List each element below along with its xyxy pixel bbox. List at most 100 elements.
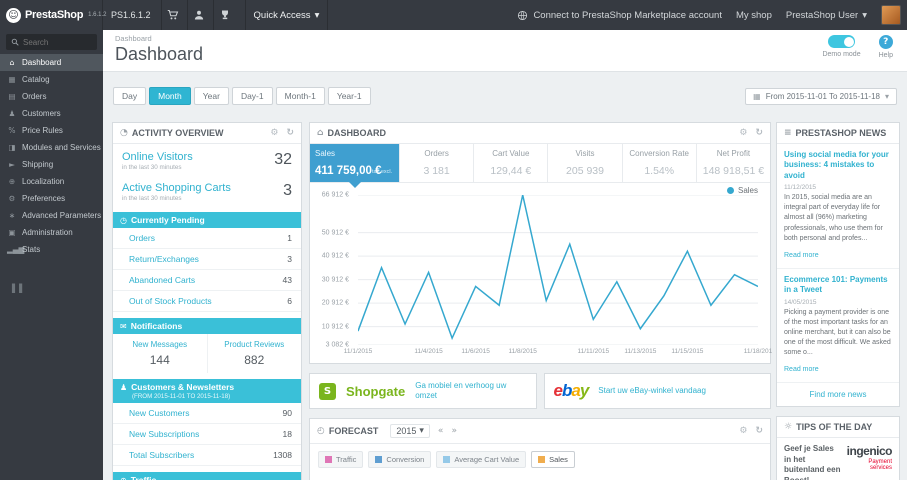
preferences-icon: ⚙ [8,194,16,203]
news-article: Using social media for your business: 4 … [777,144,899,269]
news-article-date: 14/05/2015 [784,298,817,306]
gear-icon[interactable]: ⚙ [739,426,747,436]
kpi-visits[interactable]: Visits 205 939 [548,144,623,182]
quick-access-menu[interactable]: Quick Access ▾ [244,0,329,30]
activity-panel-title: ACTIVITY OVERVIEW [131,128,224,138]
forecast-legend-average-cart-value[interactable]: Average Cart Value [436,451,527,468]
kpi-conversion-rate[interactable]: Conversion Rate 1.54% [623,144,697,182]
advanced-parameters-icon: ∗ [8,211,16,220]
sidebar-collapse-button[interactable]: ▌▌ [12,284,103,293]
tips-headline: Geef je Sales in het buitenland een Boos… [784,444,841,480]
forecast-year-select[interactable]: 2015 ▾ [390,424,430,438]
news-article-title[interactable]: Using social media for your business: 4 … [784,150,892,181]
forecast-legend-conversion[interactable]: Conversion [368,451,432,468]
read-more-link[interactable]: Read more [784,366,819,373]
sidebar-item-orders[interactable]: ▤ Orders [0,88,103,105]
next-year-button[interactable]: » [451,426,457,436]
refresh-icon[interactable]: ↻ [755,128,763,138]
cart-icon[interactable] [160,0,185,30]
prestashop-logo-icon: ☺ [6,7,21,23]
kpi-sales[interactable]: Sales 411 759,00 € tax excl. [310,144,400,188]
sidebar-item-modules[interactable]: ◨ Modules and Services [0,139,103,156]
clock-icon: ◷ [120,215,127,225]
news-icon: ≡ [784,128,792,138]
forecast-panel-title: FORECAST [328,426,379,436]
kpi-orders[interactable]: Orders 3 181 [400,144,475,182]
sidebar-item-dashboard[interactable]: ⌂ Dashboard [0,54,103,71]
refresh-icon[interactable]: ↻ [755,426,763,436]
forecast-panel: ◴ FORECAST 2015 ▾ « » ⚙ ↻ Traffic Conver… [309,418,771,480]
filter-day-1-button[interactable]: Day-1 [231,87,273,105]
ebay-link[interactable]: Start uw eBay-winkel vandaag [598,386,706,396]
prev-year-button[interactable]: « [438,426,444,436]
breadcrumb[interactable]: Dashboard [115,34,895,43]
toggle-switch[interactable] [828,35,856,48]
active-carts-stat[interactable]: Active Shopping Carts in the last 30 min… [113,175,301,206]
sidebar-item-localization[interactable]: ⊕ Localization [0,173,103,190]
sidebar-item-stats[interactable]: ▂▄▆ Stats [0,241,103,258]
filter-year-button[interactable]: Year [193,87,229,105]
dashboard-panel-title: DASHBOARD [327,128,386,138]
module-promos: S Shopgate Ga mobiel en verhoog uw omzet… [309,373,771,409]
sidebar-item-catalog[interactable]: ▦ Catalog [0,71,103,88]
pending-row-orders[interactable]: Orders 1 [113,228,301,249]
gear-icon[interactable]: ⚙ [739,128,747,138]
filter-year-1-button[interactable]: Year-1 [327,87,371,105]
online-visitors-stat[interactable]: Online Visitors in the last 30 minutes 3… [113,144,301,175]
forecast-legend-traffic[interactable]: Traffic [318,451,364,468]
new-messages-cell[interactable]: New Messages 144 [113,334,208,373]
customers-icon: ♟ [8,109,16,118]
marketplace-connect-link[interactable]: Connect to PrestaShop Marketplace accoun… [517,10,722,21]
demo-mode-toggle[interactable]: Demo mode [822,35,861,59]
y-axis-label: 10 912 € [321,323,349,331]
kpi-cart-value[interactable]: Cart Value 129,44 € [474,144,549,182]
customers-row-new-subscriptions[interactable]: New Subscriptions 18 [113,424,301,445]
date-range-picker[interactable]: ▦ From 2015-11-01 To 2015-11-18 ▾ [745,87,897,105]
my-shop-link[interactable]: My shop [736,10,772,21]
search-input[interactable] [23,37,93,47]
employee-icon[interactable] [186,0,211,30]
customers-row-new-customers[interactable]: New Customers 90 [113,403,301,424]
read-more-link[interactable]: Read more [784,252,819,259]
find-more-news-link[interactable]: Find more news [777,383,899,406]
sidebar-item-customers[interactable]: ♟ Customers [0,105,103,122]
sidebar-item-advanced-parameters[interactable]: ∗ Advanced Parameters [0,207,103,224]
news-article-title[interactable]: Ecommerce 101: Payments in a Tweet [784,275,892,296]
date-range-value: From 2015-11-01 To 2015-11-18 [765,91,880,101]
shopgate-logo: Shopgate [346,383,406,399]
sidebar-item-preferences[interactable]: ⚙ Preferences [0,190,103,207]
shopgate-promo[interactable]: S Shopgate Ga mobiel en verhoog uw omzet [309,373,537,409]
filter-month-1-button[interactable]: Month-1 [275,87,325,105]
refresh-icon[interactable]: ↻ [286,128,294,138]
ebay-promo[interactable]: ebay Start uw eBay-winkel vandaag [543,373,771,409]
sidebar-item-administration[interactable]: ▣ Administration [0,224,103,241]
pending-row-abandoned-carts[interactable]: Abandoned Carts 43 [113,270,301,291]
filter-month-button[interactable]: Month [149,87,191,105]
sidebar-search[interactable] [6,34,97,50]
trophy-icon[interactable] [212,0,237,30]
sidebar-item-price-rules[interactable]: % Price Rules [0,122,103,139]
gear-icon[interactable]: ⚙ [270,128,278,138]
shopgate-link[interactable]: Ga mobiel en verhoog uw omzet [415,381,526,402]
ebay-logo: ebay [553,381,590,400]
kpi-net-profit[interactable]: Net Profit 148 918,51 € [697,144,770,182]
dashboard-panel: ⌂ DASHBOARD ⚙ ↻ Sales 411 759,00 € tax e… [309,122,772,364]
pending-row-returns[interactable]: Return/Exchanges 3 [113,249,301,270]
news-panel-title: PRESTASHOP NEWS [795,128,887,138]
sidebar-item-shipping[interactable]: ► Shipping [0,156,103,173]
user-menu[interactable]: PrestaShop User ▾ [786,10,867,21]
forecast-legend-sales[interactable]: Sales [531,451,575,468]
brand-version: 1.6.1.2 [88,12,107,18]
x-axis-label: 11/15/2015 [671,348,704,355]
sidebar: ⌂ Dashboard ▦ Catalog ▤ Orders ♟ Custome… [0,30,103,480]
traffic-icon: ⊕ [120,475,127,480]
avatar[interactable] [881,5,901,25]
prestashop-logo[interactable]: ☺ PrestaShop 1.6.1.2 [0,0,107,30]
product-reviews-cell[interactable]: Product Reviews 882 [208,334,302,373]
customers-icon: ♟ [120,382,128,392]
help-button[interactable]: ? Help [879,35,893,59]
chart-legend[interactable]: Sales [726,186,758,195]
pending-row-out-of-stock[interactable]: Out of Stock Products 6 [113,291,301,312]
filter-day-button[interactable]: Day [113,87,147,105]
customers-row-total-subscribers[interactable]: Total Subscribers 1308 [113,445,301,466]
